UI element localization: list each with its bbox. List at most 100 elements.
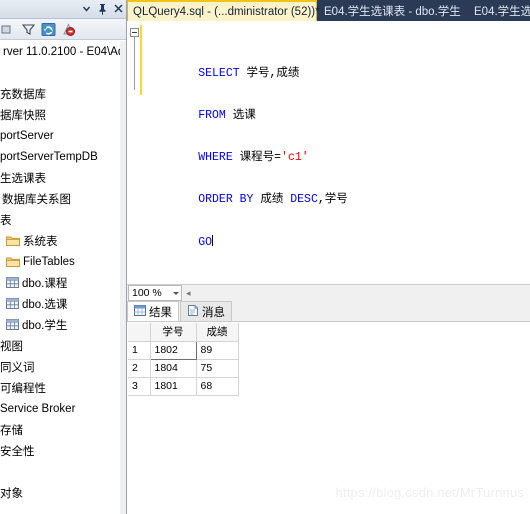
grid-icon xyxy=(134,304,146,319)
close-icon[interactable] xyxy=(113,3,124,15)
region-guideline xyxy=(134,37,135,90)
results-tab-label: 消息 xyxy=(202,306,225,319)
code-token: 成绩 xyxy=(260,193,291,206)
object-explorer-panel: rver 11.0.2100 - E04\Admin 充数据库 据库快照 por… xyxy=(0,0,127,514)
filter-icon[interactable] xyxy=(20,21,37,38)
tree-item-programmability[interactable]: 可编程性 xyxy=(0,377,120,398)
tree-item-database-diagrams[interactable]: 数据库关系图 xyxy=(0,188,120,209)
table-row[interactable]: 2 1804 75 xyxy=(128,358,239,378)
folder-icon xyxy=(6,235,20,247)
tab-messages[interactable]: 消息 xyxy=(180,301,232,321)
tree-item-table-xuanke[interactable]: dbo.选课 xyxy=(0,293,120,314)
sql-editor[interactable]: SELECT 学号,成绩 FROM 选课 WHERE 课程号='c1' ORDE… xyxy=(127,21,530,284)
table-header-row: 学号 成绩 xyxy=(128,323,239,342)
editor-code[interactable]: SELECT 学号,成绩 FROM 选课 WHERE 课程号='c1' ORDE… xyxy=(143,25,348,263)
tree-item-server-objects[interactable]: 对象 xyxy=(0,482,120,503)
code-line-2: FROM 选课 xyxy=(143,95,348,122)
results-tabbar: 结果 消息 xyxy=(127,301,530,322)
tree-item[interactable] xyxy=(0,62,120,83)
object-explorer-tree[interactable]: rver 11.0.2100 - E04\Admin 充数据库 据库快照 por… xyxy=(0,41,120,514)
collapse-region-icon[interactable] xyxy=(130,28,139,37)
results-grid-body: 1 1802 89 2 1804 75 3 1801 68 xyxy=(128,340,239,396)
folder-icon xyxy=(6,256,20,268)
tree-item-student-course-db[interactable]: 生选课表 xyxy=(0,167,120,188)
results-grid[interactable]: 学号 成绩 1 1802 89 2 1804 75 3 1801 68 xyxy=(128,323,239,396)
object-explorer-toolbar xyxy=(0,19,126,40)
code-token: ORDER BY xyxy=(198,193,261,206)
tree-item-storage[interactable]: 存储 xyxy=(0,419,120,440)
chevron-down-icon[interactable] xyxy=(173,291,179,295)
editor-zoom-bar: 100 % ◂ xyxy=(127,284,530,301)
code-token: ,学号 xyxy=(317,193,348,206)
code-token: 选课 xyxy=(232,109,256,122)
code-line-3: WHERE 课程号='c1' xyxy=(143,137,348,164)
tab-results[interactable]: 结果 xyxy=(127,301,179,321)
table-icon xyxy=(6,319,19,330)
zoom-level-selector[interactable]: 100 % xyxy=(128,285,182,301)
row-number[interactable]: 3 xyxy=(128,376,151,396)
tree-item-reportservertempdb[interactable]: portServerTempDB xyxy=(0,146,120,167)
code-token: 课程号= xyxy=(239,151,282,164)
tree-item-system-databases[interactable]: 充数据库 xyxy=(0,83,120,104)
code-token: FROM xyxy=(198,109,233,122)
tab-label: E04.学生选课表 - dbo.学生 xyxy=(324,5,461,18)
refresh-icon[interactable] xyxy=(40,21,57,38)
table-row[interactable]: 3 1801 68 xyxy=(128,376,239,396)
splitter-handle-icon[interactable]: ◂ xyxy=(186,288,191,299)
tree-item-service-broker[interactable]: Service Broker xyxy=(0,398,120,419)
table-row[interactable]: 1 1802 89 xyxy=(128,340,239,360)
message-icon xyxy=(187,304,199,319)
tree-item[interactable] xyxy=(0,503,120,514)
results-pane: 结果 消息 学号 成绩 1 1802 89 2 1804 75 3 1801 6… xyxy=(127,301,530,514)
tree-item-views[interactable]: 视图 xyxy=(0,335,120,356)
tab-xuanke-table[interactable]: E04.学生选课 xyxy=(469,0,530,21)
code-token: SELECT xyxy=(198,67,247,80)
ssms-window: rver 11.0.2100 - E04\Admin 充数据库 据库快照 por… xyxy=(0,0,530,514)
cell-xuehao[interactable]: 1801 xyxy=(149,376,197,396)
stop-icon[interactable] xyxy=(60,21,77,38)
cell-xuehao[interactable]: 1802 xyxy=(149,340,197,360)
column-header-chengji[interactable]: 成绩 xyxy=(195,323,239,342)
editor-change-marker xyxy=(140,25,142,95)
tree-item-filetables[interactable]: FileTables xyxy=(0,251,120,272)
tree-item-tables[interactable]: 表 xyxy=(0,209,120,230)
cell-xuehao[interactable]: 1804 xyxy=(149,358,197,378)
code-token: GO xyxy=(198,236,213,249)
tree-item-system-tables[interactable]: 系统表 xyxy=(0,230,120,251)
tree-item-server[interactable]: rver 11.0.2100 - E04\Admin xyxy=(0,41,120,62)
tree-item-database-snapshots[interactable]: 据库快照 xyxy=(0,104,120,125)
chevron-down-icon[interactable] xyxy=(81,3,92,15)
results-grid-head: 学号 成绩 xyxy=(128,323,239,342)
code-line-4: ORDER BY 成绩 DESC,学号 xyxy=(143,179,348,206)
object-explorer-tool-buttons xyxy=(0,21,77,38)
column-header-xuehao[interactable]: 学号 xyxy=(149,323,197,342)
tree-item[interactable] xyxy=(0,461,120,482)
cell-chengji[interactable]: 89 xyxy=(195,340,239,360)
watermark-text: https://blog.csdn.net/MrTurnnus xyxy=(335,485,524,500)
document-tabstrip: QLQuery4.sql - (...dministrator (52))* ✕… xyxy=(127,0,530,21)
cell-chengji[interactable]: 68 xyxy=(195,376,239,396)
cell-chengji[interactable]: 75 xyxy=(195,358,239,378)
object-explorer-title-buttons xyxy=(81,3,124,15)
tree-item-security[interactable]: 安全性 xyxy=(0,440,120,461)
text-cursor xyxy=(212,235,214,246)
code-line-1: SELECT 学号,成绩 xyxy=(143,53,348,80)
object-explorer-scrollbar[interactable] xyxy=(120,41,126,514)
table-icon xyxy=(6,298,19,309)
table-icon xyxy=(6,277,19,288)
tree-item-table-kecheng[interactable]: dbo.课程 xyxy=(0,272,120,293)
tree-item-synonyms[interactable]: 同义词 xyxy=(0,356,120,377)
code-token: DESC xyxy=(290,193,318,206)
tab-xuesheng-table[interactable]: E04.学生选课表 - dbo.学生 xyxy=(319,0,464,21)
tree-item-table-xuesheng[interactable]: dbo.学生 xyxy=(0,314,120,335)
row-number[interactable]: 2 xyxy=(128,358,151,378)
tab-label: E04.学生选课 xyxy=(474,5,530,18)
tree-item-reportserver[interactable]: portServer xyxy=(0,125,120,146)
connect-icon[interactable] xyxy=(0,21,17,38)
object-explorer-titlebar xyxy=(0,0,126,19)
tab-sqlquery4[interactable]: QLQuery4.sql - (...dministrator (52))* ✕ xyxy=(127,0,336,21)
row-number[interactable]: 1 xyxy=(128,340,151,360)
pin-icon[interactable] xyxy=(97,3,108,15)
rownum-header xyxy=(128,323,151,342)
zoom-level-value: 100 % xyxy=(132,287,162,299)
